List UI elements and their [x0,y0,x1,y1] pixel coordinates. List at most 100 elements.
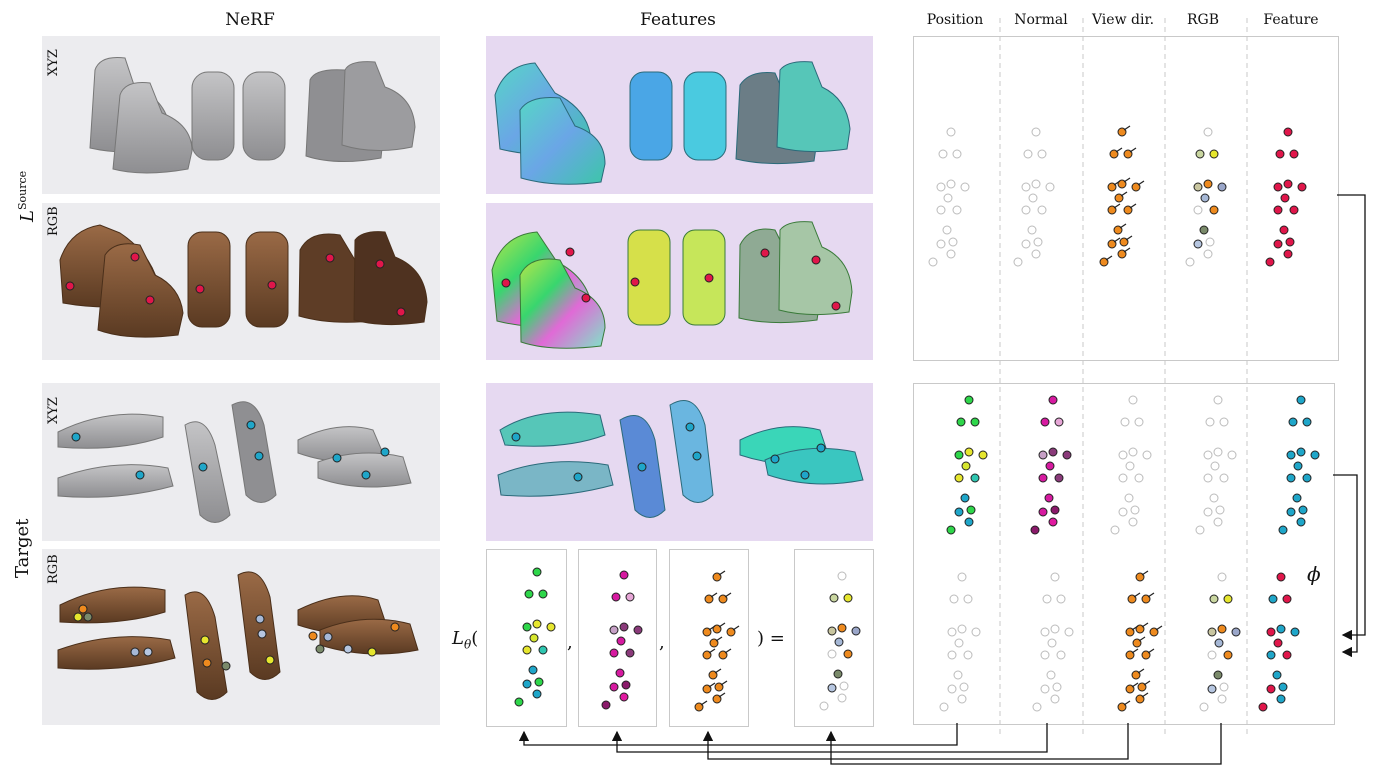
source-feature-marker [630,277,640,287]
target-normal-point [1054,417,1064,427]
query-viewdir-point-direction [1155,625,1163,631]
query-rgb-point [1217,694,1227,704]
source-normal-point [1037,149,1047,159]
source-shoe-marker [396,307,406,317]
target-position-point [946,525,956,535]
formula-normal-point [609,625,619,635]
source-rgb-point [1209,205,1219,215]
target-rgb-point [1210,461,1220,471]
target-rgb-shoe-marker [130,647,140,657]
target-position-point [954,450,964,460]
query-viewdir-point-direction [1141,570,1149,576]
target-feature-point [1298,505,1308,515]
query-viewdir-point-direction [1147,648,1155,654]
source-position-point [943,193,953,203]
source-viewdir-point-direction [1123,247,1131,253]
source-normal-point [1031,179,1041,189]
target-normal-point [1054,473,1064,483]
target-feature-point [1293,461,1303,471]
source-feature-marker [811,255,821,265]
query-rgb-point [1207,650,1217,660]
formula-viewdir-point-direction [732,625,740,631]
formula-viewdir-point-direction [718,622,726,628]
source-rgb-point [1193,182,1203,192]
query-normal-point [1032,702,1042,712]
query-rgb-point [1217,572,1227,582]
source-feature-point [1297,182,1307,192]
target-position-point [970,417,980,427]
target-position-point [964,517,974,527]
formula-normal-point [619,692,629,702]
source-position-point [938,149,948,159]
query-viewdir-point-direction [1131,648,1139,654]
query-position-point [953,670,963,680]
target-feature-point [1288,417,1298,427]
target-feature-point [1296,447,1306,457]
target-normal-point [1030,525,1040,535]
target-feature-marker [800,470,810,480]
query-rgb-point [1219,682,1229,692]
query-viewdir-point-direction [1141,692,1149,698]
query-position-point [947,627,957,637]
target-normal-point [1044,493,1054,503]
formula-rgb-point [839,681,849,691]
source-normal-point [1021,205,1031,215]
query-rgb-point [1231,627,1241,637]
formula-normal-point [625,648,635,658]
query-feature-point [1266,684,1276,694]
query-rgb-point [1199,702,1209,712]
target-rgb-shoes [57,571,419,700]
formula-normal-point [609,682,619,692]
formula-rgb-point [819,701,829,711]
target-rgb-shoe-marker [257,629,267,639]
target-viewdir-point [1118,507,1128,517]
formula-position-point [538,589,548,599]
query-position-point [954,638,964,648]
formula-viewdir-point-direction [724,648,732,654]
target-viewdir-point [1134,417,1144,427]
target-normal-point [1048,395,1058,405]
target-position-point [956,417,966,427]
source-position-point [936,182,946,192]
source-viewdir-point-direction [1120,191,1128,197]
formula-rgb-point [837,571,847,581]
target-rgb-point [1203,450,1213,460]
target-rgb-point [1203,507,1213,517]
formula-viewdir-point-direction [714,668,722,674]
query-rgb-point [1214,638,1224,648]
query-position-point [959,682,969,692]
target-position-point [954,473,964,483]
source-feature-point [1283,179,1293,189]
formula-rgb-point [827,649,837,659]
query-normal-point [1056,650,1066,660]
target-viewdir-point [1128,395,1138,405]
target-shoe-marker [198,462,208,472]
formula-viewdir-point-direction [724,592,732,598]
source-normal-point [1027,225,1037,235]
query-feature-point [1258,702,1268,712]
formula-position-point [524,589,534,599]
formula-normal-point [616,636,626,646]
target-position-point [966,505,976,515]
formula-position-point [529,633,539,643]
target-feature-marker [511,432,521,442]
target-viewdir-point [1125,461,1135,471]
target-feature-point [1296,517,1306,527]
target-normal-point [1038,450,1048,460]
target-viewdir-point [1128,517,1138,527]
source-rgb-point [1203,249,1213,259]
target-normal-point [1048,447,1058,457]
source-feature-point [1273,239,1283,249]
formula-viewdir-point-direction [720,680,728,686]
formula-rgb-point [834,637,844,647]
query-rgb-point [1213,670,1223,680]
target-feature-point [1302,417,1312,427]
source-normal-point [1031,249,1041,259]
source-position-point [952,149,962,159]
formula-viewdir-point-direction [710,592,718,598]
source-shoe-marker [267,280,277,290]
target-rgb-shoe-marker [265,655,275,665]
illustration-layer [57,18,1366,765]
target-normal-point [1045,461,1055,471]
source-feature-point [1289,205,1299,215]
